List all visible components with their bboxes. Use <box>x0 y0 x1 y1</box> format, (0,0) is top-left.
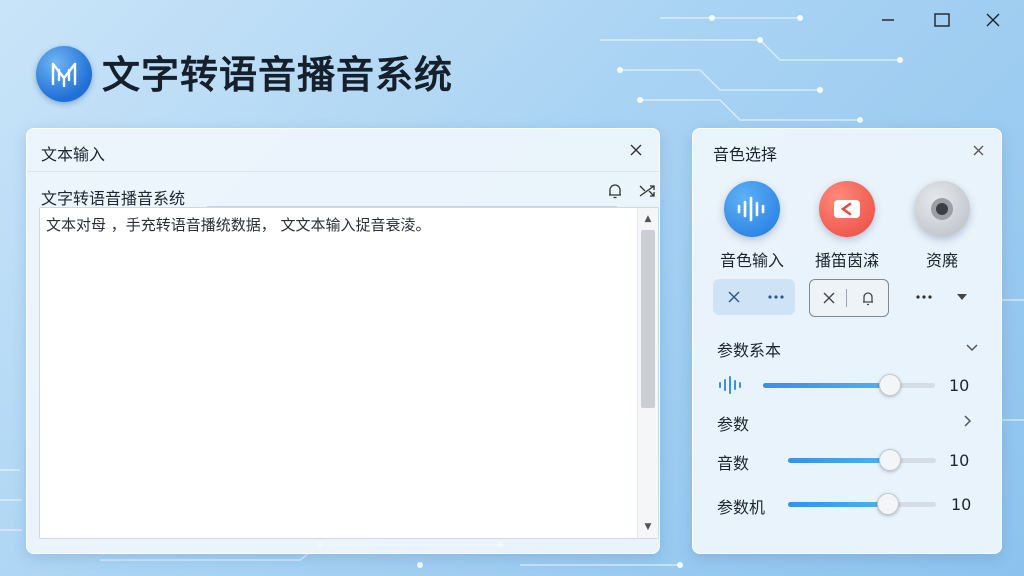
text-panel-subtitle: 文字转语音播音系统 <box>41 189 186 208</box>
voice-option-3-circle <box>914 181 970 237</box>
text-panel-close-button[interactable] <box>625 139 647 161</box>
scroll-up-button[interactable]: ▲ <box>638 210 658 228</box>
minimize-button[interactable] <box>870 6 906 34</box>
waveform-logo-icon <box>51 62 77 88</box>
text-panel-header: 文本输入 <box>27 129 659 172</box>
param-slider-1[interactable] <box>788 449 936 471</box>
close-icon <box>986 13 1000 27</box>
cancel-voice-button[interactable] <box>812 281 846 315</box>
voice-panel-header: 音色选择 <box>693 129 1001 171</box>
params-expand-button[interactable] <box>959 412 977 430</box>
voice-panel-close-button[interactable] <box>967 139 989 161</box>
voice-option-1-circle <box>724 181 780 237</box>
maximize-icon <box>934 13 950 27</box>
volume-slider[interactable] <box>763 374 935 396</box>
vertical-scrollbar[interactable]: ▲ ▼ <box>637 208 658 538</box>
voice-2-controls <box>809 279 889 317</box>
volume-wave-icon <box>719 376 741 394</box>
record-icon <box>931 198 953 220</box>
slider-2-value: 10 <box>951 495 972 514</box>
slider-fill <box>763 383 889 388</box>
bell-icon <box>609 184 621 199</box>
minimize-icon <box>882 19 894 21</box>
param-slider-2[interactable] <box>788 493 936 515</box>
voice-option-2-label: 播笛茵潹 <box>814 251 879 270</box>
params-collapse-button[interactable] <box>963 339 981 357</box>
close-icon <box>823 292 835 304</box>
caret-down-icon <box>957 294 967 300</box>
voice-more-button[interactable] <box>759 280 793 314</box>
soundwave-icon <box>737 196 765 222</box>
voice-option-3[interactable]: 资廃 <box>907 181 977 271</box>
voice-1-controls <box>713 279 795 315</box>
slider-2-label: 参数机 <box>717 498 766 517</box>
close-window-button[interactable] <box>975 6 1011 34</box>
params-sub-label: 参数 <box>717 415 750 434</box>
text-input-panel: 文本输入 文字转语音播音系统 文本对⺟ ，手充转语音播统数据， 文文本输入捉音衰… <box>26 128 660 554</box>
bell-icon <box>863 292 873 306</box>
more-icon <box>768 295 784 299</box>
chevron-down-icon <box>966 344 978 352</box>
slider-1-value: 10 <box>949 451 970 470</box>
maximize-button[interactable] <box>924 6 960 34</box>
slider-thumb[interactable] <box>878 374 901 396</box>
slider-fill <box>788 458 889 463</box>
params-section-label: 参数系本 <box>717 341 782 360</box>
shuffle-icon <box>639 185 655 197</box>
more-icon <box>916 295 932 299</box>
app-title: 文字转语音播音系统 <box>102 53 454 97</box>
voice-panel-title: 音色选择 <box>713 145 778 164</box>
shuffle-button[interactable] <box>635 179 659 203</box>
voice-option-1-label: 音色输入 <box>719 251 784 270</box>
close-icon <box>728 291 740 303</box>
bell-button[interactable] <box>603 179 627 203</box>
slider-fill <box>788 502 888 507</box>
video-icon <box>834 200 860 218</box>
chevron-right-icon <box>964 415 972 427</box>
scroll-thumb[interactable] <box>641 230 655 408</box>
voice-option-1[interactable]: 音色输入 <box>717 181 787 271</box>
text-input-content[interactable]: 文本对⺟ ，手充转语音播统数据， 文文本输入捉音衰淩。 <box>46 214 632 532</box>
close-icon <box>630 144 642 156</box>
voice-option-2[interactable]: 播笛茵潹 <box>812 181 882 271</box>
text-input-area[interactable]: 文本对⺟ ，手充转语音播统数据， 文文本输入捉音衰淩。 ▲ ▼ <box>39 207 659 539</box>
slider-thumb[interactable] <box>877 493 900 515</box>
scroll-down-button[interactable]: ▼ <box>638 518 658 536</box>
dropdown-button[interactable] <box>945 280 979 314</box>
remove-voice-button[interactable] <box>717 280 751 314</box>
app-logo <box>36 46 92 102</box>
slider-thumb[interactable] <box>878 449 901 471</box>
slider-1-label: 音数 <box>717 454 750 473</box>
more-options-button[interactable] <box>907 280 941 314</box>
voice-select-panel: 音色选择 音色输入 播笛茵潹 资廃 参数系本 10 参数 音数 10 参数机 1… <box>692 128 1002 554</box>
text-panel-title: 文本输入 <box>41 145 106 164</box>
divider <box>846 289 847 307</box>
alert-button[interactable] <box>851 281 885 315</box>
voice-option-3-label: 资廃 <box>925 251 958 270</box>
close-icon <box>973 145 983 155</box>
voice-option-2-circle <box>819 181 875 237</box>
volume-value: 10 <box>949 376 970 395</box>
